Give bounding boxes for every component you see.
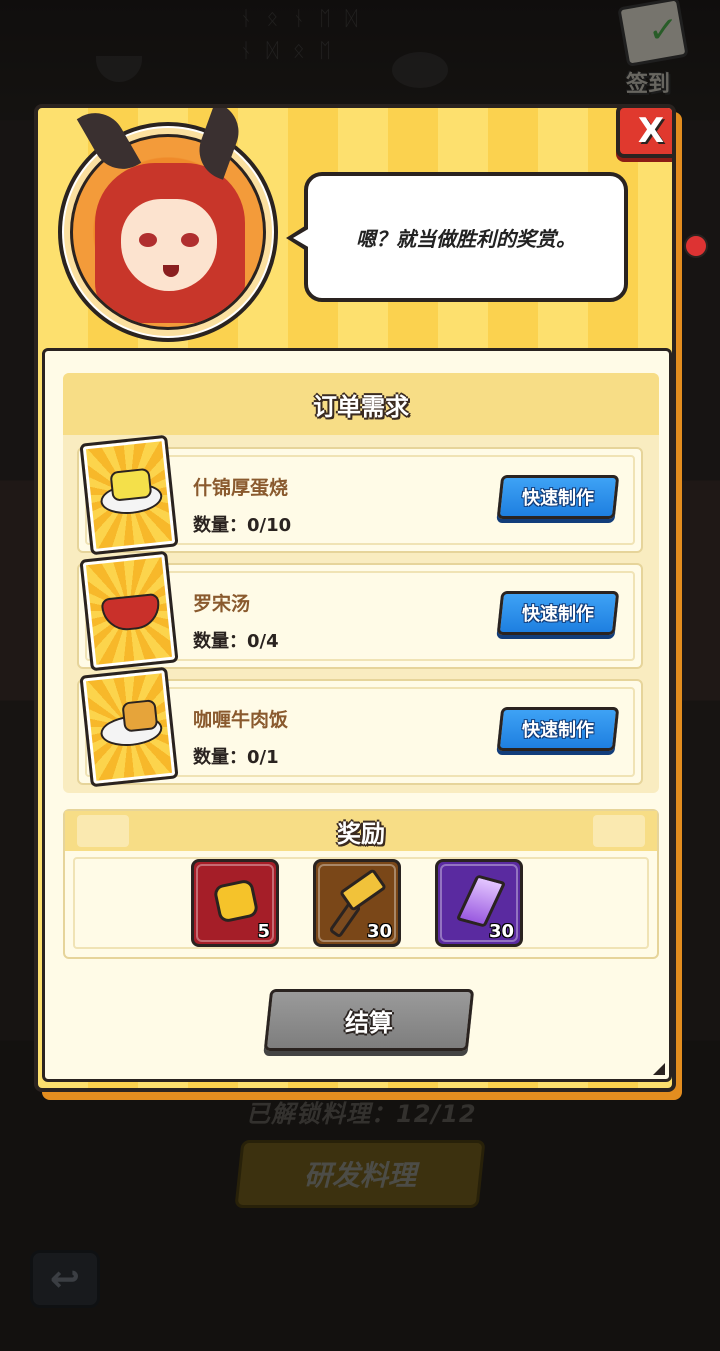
order-row: 罗宋汤 数量：0/4 快速制作	[77, 550, 643, 672]
corner-decoration	[653, 1063, 665, 1075]
gift-icon	[593, 815, 645, 847]
quick-make-button[interactable]: 快速制作	[496, 475, 620, 519]
settle-label: 结算	[345, 1008, 393, 1037]
reward-count: 5	[257, 921, 270, 942]
food-quantity: 数量：0/10	[193, 515, 292, 536]
reward-gold[interactable]: 5	[191, 859, 279, 947]
settle-button[interactable]: 结算	[263, 989, 475, 1051]
soup-bowl-icon	[100, 592, 162, 633]
order-requirements: 订单需求 什锦厚蛋烧 数量：0/10 快速制作 罗宋汤 数量：0/4 快速制作 …	[63, 373, 659, 793]
food-name: 罗宋汤	[193, 593, 251, 615]
curry-icon	[121, 699, 159, 733]
reward-count: 30	[366, 921, 392, 942]
food-quantity: 数量：0/4	[193, 631, 279, 652]
reward-title: 奖励	[337, 819, 385, 848]
reward-hammer[interactable]: 30	[313, 859, 401, 947]
quick-make-button[interactable]: 快速制作	[496, 591, 620, 635]
avatar-eye	[181, 233, 199, 247]
order-panel: 订单需求 什锦厚蛋烧 数量：0/10 快速制作 罗宋汤 数量：0/4 快速制作 …	[42, 348, 672, 1082]
tamagoyaki-icon	[79, 434, 179, 556]
order-title: 订单需求	[313, 392, 409, 421]
food-name: 咖喱牛肉饭	[193, 709, 289, 731]
reward-crystal[interactable]: 30	[435, 859, 523, 947]
notification-dot	[684, 234, 708, 258]
quick-make-label: 快速制作	[522, 488, 594, 509]
order-header: 订单需求	[63, 373, 659, 435]
quick-make-button[interactable]: 快速制作	[496, 707, 620, 751]
food-quantity: 数量：0/1	[193, 747, 279, 768]
order-row: 什锦厚蛋烧 数量：0/10 快速制作	[77, 434, 643, 556]
quick-make-label: 快速制作	[522, 720, 594, 741]
reward-section: 奖励 5 30 30	[63, 809, 659, 959]
character-avatar	[58, 108, 278, 342]
food-name: 什锦厚蛋烧	[193, 477, 289, 499]
curry-beef-rice-icon	[79, 666, 179, 788]
egg-roll-icon	[109, 467, 153, 502]
speech-bubble: 嗯？就当做胜利的奖赏。	[286, 172, 628, 302]
speech-text: 嗯？就当做胜利的奖赏。	[356, 226, 576, 251]
gift-icon	[77, 815, 129, 847]
borscht-icon	[79, 550, 179, 672]
avatar-portrait	[70, 134, 266, 330]
close-icon: X	[637, 111, 665, 151]
order-dialog: 嗯？就当做胜利的奖赏。 订单需求 什锦厚蛋烧 数量：0/10 快速制作 罗宋汤 …	[34, 104, 682, 1100]
reward-count: 30	[488, 921, 514, 942]
avatar-face	[121, 199, 217, 291]
order-row: 咖喱牛肉饭 数量：0/1 快速制作	[77, 666, 643, 788]
close-button[interactable]: X	[616, 108, 672, 158]
avatar-eye	[139, 233, 157, 247]
reward-header: 奖励	[65, 811, 657, 851]
quick-make-label: 快速制作	[522, 604, 594, 625]
dialog-frame: 嗯？就当做胜利的奖赏。 订单需求 什锦厚蛋烧 数量：0/10 快速制作 罗宋汤 …	[34, 104, 676, 1092]
